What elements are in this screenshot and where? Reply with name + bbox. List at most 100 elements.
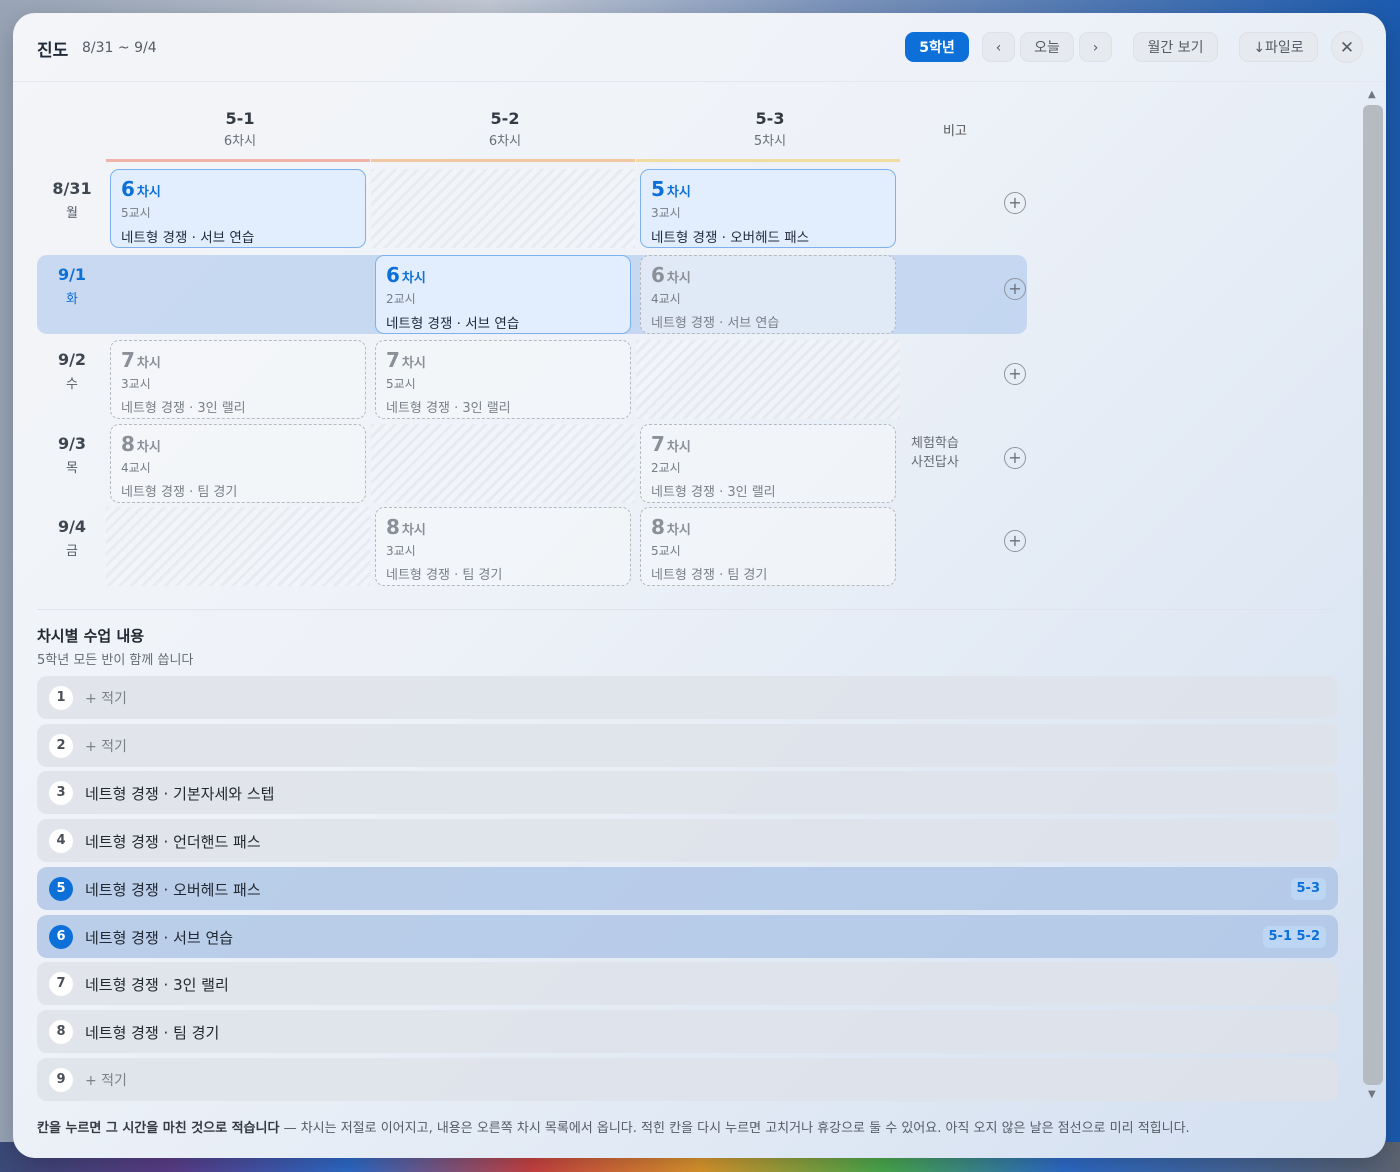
lesson-number: 6 차시 bbox=[121, 178, 355, 204]
schedule-cell[interactable]: 8 차시 5교시네트형 경쟁 · 팀 경기 bbox=[640, 507, 896, 586]
lesson-number: 6 차시 bbox=[651, 264, 885, 290]
lesson-number-unit: 차시 bbox=[401, 523, 426, 538]
weekday-label: 화 bbox=[66, 292, 78, 307]
lesson-number-value: 8 bbox=[651, 515, 665, 539]
lesson-row[interactable]: 5 네트형 경쟁 · 오버헤드 패스 5-3 bbox=[37, 866, 1338, 910]
row-date: 8/31 월 bbox=[37, 179, 107, 221]
lesson-number-badge: 5 bbox=[49, 876, 73, 901]
date-label: 9/2 bbox=[57, 350, 87, 369]
scroll-down-icon[interactable]: ▼ bbox=[1368, 1089, 1376, 1100]
lesson-number-unit: 차시 bbox=[666, 523, 691, 538]
lesson-content: 네트형 경쟁 · 오버헤드 패스 bbox=[85, 880, 261, 899]
lesson-topic: 네트형 경쟁 · 서브 연습 bbox=[121, 230, 255, 246]
lesson-topic: 네트형 경쟁 · 팀 경기 bbox=[121, 485, 238, 500]
weekday-label: 목 bbox=[66, 461, 78, 476]
period-label: 5교시 bbox=[651, 544, 681, 558]
lesson-content: 네트형 경쟁 · 3인 랠리 bbox=[85, 976, 229, 995]
schedule-cell[interactable]: 6 차시 4교시네트형 경쟁 · 서브 연습 bbox=[640, 255, 896, 334]
next-week-button[interactable]: › bbox=[1079, 32, 1112, 62]
lesson-number-badge: 4 bbox=[49, 829, 73, 854]
add-note-icon[interactable]: + bbox=[1004, 447, 1026, 469]
column-count: 6차시 bbox=[488, 134, 522, 149]
lesson-number: 7 차시 bbox=[121, 349, 355, 375]
schedule-cell[interactable]: 6 차시 2교시 네트형 경쟁 · 서브 연습 bbox=[375, 255, 631, 334]
lesson-number-badge: 2 bbox=[49, 733, 73, 758]
grade-button[interactable]: 5학년 bbox=[905, 32, 969, 62]
lesson-topic: 네트형 경쟁 · 팀 경기 bbox=[651, 568, 768, 583]
prev-week-button[interactable]: ‹ bbox=[982, 32, 1015, 62]
add-note-icon[interactable]: + bbox=[1004, 530, 1026, 552]
schedule-cell[interactable]: 7 차시 5교시 네트형 경쟁 · 3인 랠리 bbox=[375, 340, 631, 419]
lesson-topic: 네트형 경쟁 · 3인 랠리 bbox=[651, 485, 776, 500]
schedule-cell[interactable]: 7 차시 3교시 네트형 경쟁 · 3인 랠리 bbox=[110, 340, 366, 419]
lesson-number-value: 6 bbox=[121, 177, 135, 201]
lesson-topic: 네트형 경쟁 · 서브 연습 bbox=[651, 316, 780, 331]
lesson-number-value: 7 bbox=[386, 348, 400, 372]
lesson-row[interactable]: 2 + 적기 bbox=[37, 723, 1338, 767]
schedule-cell[interactable] bbox=[636, 340, 900, 419]
period-label: 3교시 bbox=[386, 544, 416, 558]
column-color-line bbox=[636, 159, 900, 162]
add-note-icon[interactable]: + bbox=[1004, 363, 1026, 385]
lesson-number: 5 차시 bbox=[651, 178, 885, 204]
lesson-topic: 네트형 경쟁 · 3인 랠리 bbox=[121, 401, 246, 416]
modal-header: 진도 8/31 ~ 9/4 5학년 ‹ 오늘 › 월간 보기 ↓파일로 ✕ bbox=[13, 13, 1386, 82]
lesson-number-badge: 7 bbox=[49, 972, 73, 997]
column-name: 5-3 bbox=[755, 109, 785, 128]
schedule-cell[interactable] bbox=[371, 169, 635, 248]
lesson-row[interactable]: 3 네트형 경쟁 · 기본자세와 스텝 bbox=[37, 771, 1338, 815]
lesson-number-unit: 차시 bbox=[666, 271, 691, 286]
row-date: 9/2 수 bbox=[37, 350, 107, 392]
period-label: 3교시 bbox=[651, 206, 681, 220]
period-label: 4교시 bbox=[651, 292, 681, 306]
column-name: 5-2 bbox=[490, 109, 520, 128]
export-file-button[interactable]: ↓파일로 bbox=[1239, 32, 1318, 62]
schedule-cell[interactable] bbox=[106, 507, 370, 586]
weekday-label: 금 bbox=[66, 544, 78, 559]
lesson-number-value: 6 bbox=[386, 263, 400, 287]
lesson-row[interactable]: 6 네트형 경쟁 · 서브 연습 5-1 5-2 bbox=[37, 914, 1338, 958]
progress-modal: 진도 8/31 ~ 9/4 5학년 ‹ 오늘 › 월간 보기 ↓파일로 ✕ ▲ … bbox=[13, 13, 1386, 1158]
lesson-content: 네트형 경쟁 · 서브 연습 bbox=[85, 928, 234, 947]
write-lesson-link[interactable]: + 적기 bbox=[85, 1070, 127, 1090]
footer-help-bold: 칸을 누르면 그 시간을 마친 것으로 적습니다 bbox=[37, 1121, 280, 1136]
schedule-cell[interactable] bbox=[110, 255, 366, 334]
lesson-number-unit: 차시 bbox=[136, 356, 161, 371]
lesson-number-unit: 차시 bbox=[401, 271, 426, 286]
lesson-number-badge: 3 bbox=[49, 781, 73, 806]
write-lesson-link[interactable]: + 적기 bbox=[85, 688, 127, 708]
lesson-row[interactable]: 4 네트형 경쟁 · 언더핸드 패스 bbox=[37, 819, 1338, 863]
monthly-view-button[interactable]: 월간 보기 bbox=[1133, 32, 1218, 62]
period-label: 2교시 bbox=[386, 292, 416, 306]
lesson-row[interactable]: 9 + 적기 bbox=[37, 1057, 1338, 1101]
schedule-cell[interactable] bbox=[371, 424, 635, 503]
row-note[interactable]: 체험학습 사전답사 bbox=[911, 434, 959, 472]
scroll-up-icon[interactable]: ▲ bbox=[1368, 89, 1376, 100]
column-header-2: 5-2 6차시 bbox=[375, 109, 635, 149]
lesson-number-unit: 차시 bbox=[666, 440, 691, 455]
lesson-row[interactable]: 8 네트형 경쟁 · 팀 경기 bbox=[37, 1009, 1338, 1053]
period-label: 2교시 bbox=[651, 461, 681, 475]
add-note-icon[interactable]: + bbox=[1004, 278, 1026, 300]
close-button[interactable]: ✕ bbox=[1331, 31, 1363, 63]
schedule-cell[interactable]: 6 차시 5교시 네트형 경쟁 · 서브 연습 bbox=[110, 169, 366, 248]
lesson-number-badge: 6 bbox=[49, 924, 73, 949]
schedule-cell[interactable]: 5 차시 3교시 네트형 경쟁 · 오버헤드 패스 bbox=[640, 169, 896, 248]
row-date: 9/3 목 bbox=[37, 434, 107, 476]
lesson-number-value: 5 bbox=[651, 177, 665, 201]
lesson-topic: 네트형 경쟁 · 팀 경기 bbox=[386, 568, 503, 583]
lesson-row[interactable]: 7 네트형 경쟁 · 3인 랠리 bbox=[37, 962, 1338, 1006]
add-note-icon[interactable]: + bbox=[1004, 192, 1026, 214]
row-note-line: 사전답사 bbox=[911, 455, 959, 470]
column-count: 6차시 bbox=[223, 134, 257, 149]
today-button[interactable]: 오늘 bbox=[1020, 32, 1074, 62]
footer-help-text: — 차시는 저절로 이어지고, 내용은 오른쪽 차시 목록에서 옵니다. 적힌 … bbox=[279, 1121, 1190, 1136]
scrollbar[interactable]: ▲ ▼ bbox=[1363, 89, 1383, 1104]
date-range: 8/31 ~ 9/4 bbox=[82, 40, 157, 56]
schedule-cell[interactable]: 8 차시 3교시 네트형 경쟁 · 팀 경기 bbox=[375, 507, 631, 586]
scrollbar-thumb[interactable] bbox=[1363, 105, 1383, 1085]
schedule-cell[interactable]: 7 차시 2교시 네트형 경쟁 · 3인 랠리 bbox=[640, 424, 896, 503]
schedule-cell[interactable]: 8 차시 4교시 네트형 경쟁 · 팀 경기 bbox=[110, 424, 366, 503]
lesson-row[interactable]: 1 + 적기 bbox=[37, 676, 1338, 719]
write-lesson-link[interactable]: + 적기 bbox=[85, 736, 127, 756]
